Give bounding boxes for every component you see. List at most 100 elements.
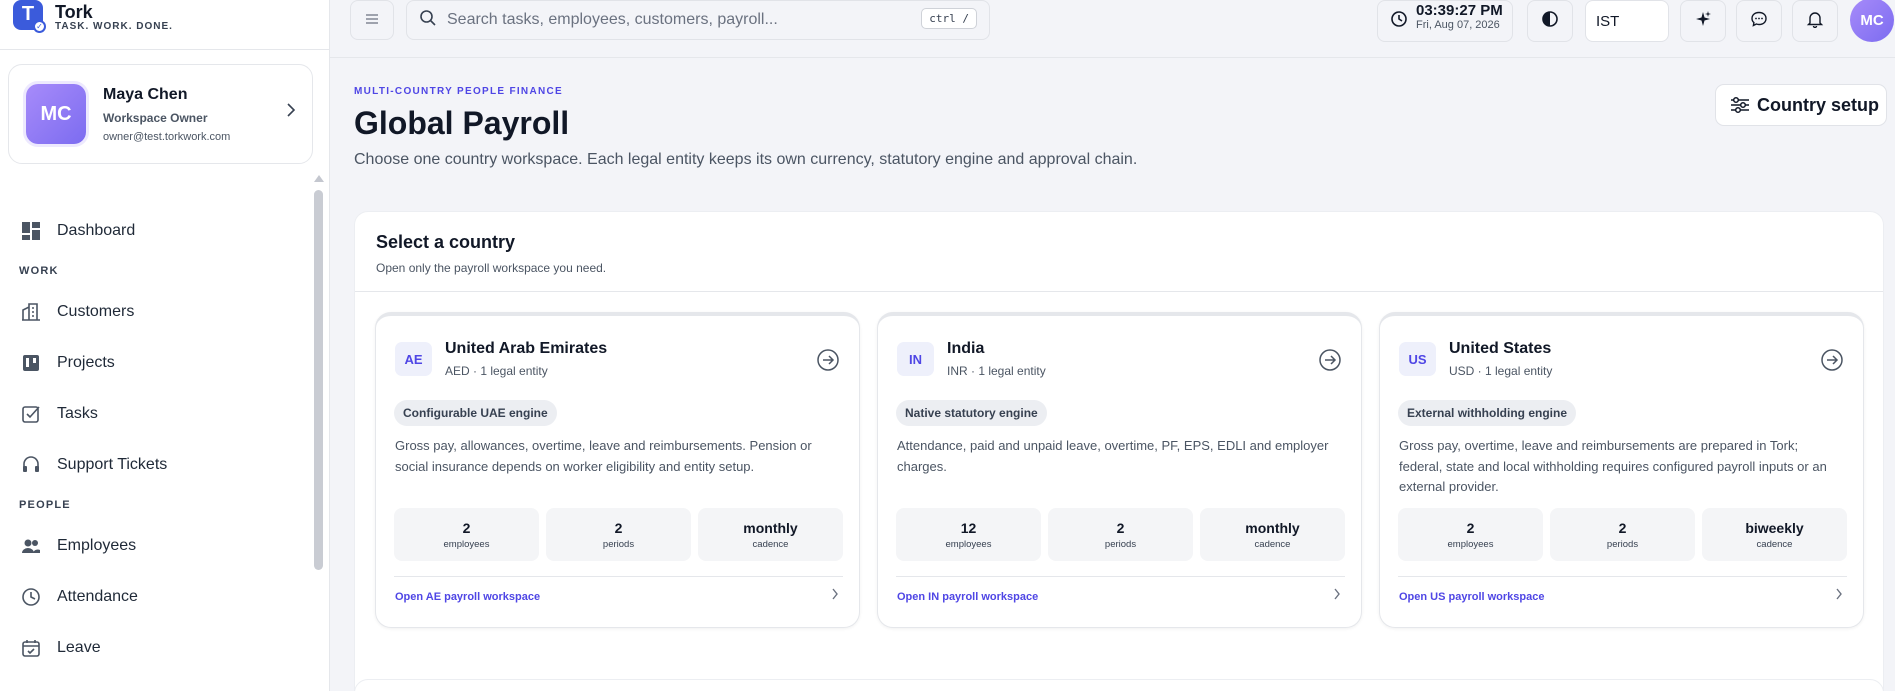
open-workspace-link[interactable]: Open AE payroll workspace — [395, 591, 540, 603]
messages-button[interactable] — [1736, 0, 1782, 42]
stat-value: 2 — [1116, 519, 1125, 536]
stat-periods: 2 periods — [546, 508, 691, 561]
sidebar-item-support-tickets[interactable]: Support Tickets — [0, 439, 320, 490]
hamburger-icon — [366, 11, 378, 29]
sidebar-item-label: Support Tickets — [57, 455, 168, 473]
sidebar-item-employees[interactable]: Employees — [0, 520, 320, 571]
stat-label: employees — [443, 538, 490, 550]
sidebar-nav: Dashboard WORK Customers Projects Tasks — [0, 205, 320, 673]
theme-toggle-button[interactable] — [1527, 0, 1573, 42]
profile-card[interactable]: MC Maya Chen Workspace Owner owner@test.… — [8, 64, 313, 164]
sidebar-item-attendance[interactable]: Attendance — [0, 571, 320, 622]
chevron-right-icon — [831, 588, 839, 603]
brand-tagline: TASK. WORK. DONE. — [55, 21, 173, 32]
stat-value: monthly — [743, 519, 798, 536]
stat-label: cadence — [1756, 538, 1793, 550]
country-code-badge: AE — [395, 342, 432, 376]
brand[interactable]: T ✓ Tork TASK. WORK. DONE. — [0, 0, 329, 50]
menu-toggle-button[interactable] — [350, 0, 394, 40]
open-workspace-link[interactable]: Open IN payroll workspace — [897, 591, 1038, 603]
headset-icon — [20, 454, 42, 476]
search-shortcut: ctrl / — [921, 8, 977, 29]
arrow-circle-right-icon[interactable] — [1318, 348, 1342, 372]
sidebar-item-leave[interactable]: Leave — [0, 622, 320, 673]
stats-row: 12 employees 2 periods monthly cadence — [896, 508, 1345, 561]
sidebar-item-projects[interactable]: Projects — [0, 337, 320, 388]
stat-label: employees — [1447, 538, 1494, 550]
clock-widget[interactable]: 03:39:27 PM Fri, Aug 07, 2026 — [1377, 0, 1513, 42]
country-name: United Arab Emirates — [445, 340, 608, 357]
sidebar-item-label: Attendance — [57, 587, 138, 605]
engine-badge: Configurable UAE engine — [394, 400, 557, 426]
building-icon — [20, 301, 42, 323]
stat-cadence: monthly cadence — [698, 508, 843, 561]
stat-cadence: biweekly cadence — [1702, 508, 1847, 561]
country-setup-label: Country setup — [1757, 94, 1880, 115]
ai-assistant-button[interactable] — [1680, 0, 1726, 42]
nav-section-work: WORK — [19, 265, 59, 277]
divider — [1398, 576, 1847, 577]
search-input[interactable] — [447, 11, 917, 29]
sidebar-item-tasks[interactable]: Tasks — [0, 388, 320, 439]
sparkles-icon — [1694, 10, 1712, 33]
search-bar[interactable]: ctrl / — [406, 0, 990, 40]
page-title: Global Payroll — [354, 105, 570, 141]
dashboard-icon — [20, 220, 42, 242]
country-card-in[interactable]: IN India INR · 1 legal entity Native sta… — [877, 312, 1362, 628]
country-meta: USD · 1 legal entity — [1449, 364, 1553, 378]
page-description: Choose one country workspace. Each legal… — [354, 151, 1138, 168]
clock-time: 03:39:27 PM — [1416, 2, 1503, 19]
page-eyebrow: MULTI-COUNTRY PEOPLE FINANCE — [354, 86, 563, 97]
sliders-icon — [1730, 96, 1750, 114]
country-description: Attendance, paid and unpaid leave, overt… — [897, 438, 1329, 474]
sidebar-item-customers[interactable]: Customers — [0, 286, 320, 337]
country-card-ae[interactable]: AE United Arab Emirates AED · 1 legal en… — [375, 312, 860, 628]
divider — [896, 576, 1345, 577]
chevron-right-icon — [1835, 588, 1843, 603]
profile-email: owner@test.torkwork.com — [103, 130, 231, 143]
stat-label: periods — [1104, 538, 1137, 550]
next-panel — [354, 679, 1884, 691]
country-setup-button[interactable]: Country setup — [1715, 84, 1887, 126]
clock-date: Fri, Aug 07, 2026 — [1416, 19, 1500, 31]
country-selection-panel: Select a country Open only the payroll w… — [354, 211, 1884, 691]
profile-role: Workspace Owner — [103, 110, 208, 125]
country-card-us[interactable]: US United States USD · 1 legal entity Ex… — [1379, 312, 1864, 628]
stat-value: 2 — [1466, 519, 1475, 536]
stat-label: periods — [1606, 538, 1639, 550]
stat-label: periods — [602, 538, 635, 550]
stat-value: monthly — [1245, 519, 1300, 536]
stat-label: cadence — [752, 538, 789, 550]
arrow-circle-right-icon[interactable] — [816, 348, 840, 372]
stats-row: 2 employees 2 periods biweekly cadence — [1398, 508, 1847, 561]
stat-employees: 12 employees — [896, 508, 1041, 561]
contrast-icon — [1541, 10, 1559, 33]
sidebar-item-label: Employees — [57, 536, 137, 554]
sidebar-item-label: Tasks — [57, 404, 98, 422]
country-code-badge: US — [1399, 342, 1436, 376]
profile-name: Maya Chen — [103, 85, 188, 103]
chat-icon — [1750, 10, 1768, 33]
topbar: ctrl / 03:39:27 PM Fri, Aug 07, 2026 IST… — [330, 0, 1895, 58]
sidebar-item-dashboard[interactable]: Dashboard — [0, 205, 320, 256]
scroll-up-arrow[interactable] — [314, 175, 324, 182]
stat-value: 2 — [614, 519, 623, 536]
sidebar-item-label: Projects — [57, 353, 115, 371]
country-code-badge: IN — [897, 342, 934, 376]
country-description: Gross pay, overtime, leave and reimburse… — [1399, 438, 1827, 494]
engine-badge: Native statutory engine — [896, 400, 1047, 426]
engine-badge: External withholding engine — [1398, 400, 1577, 426]
sidebar-scrollbar[interactable] — [314, 190, 323, 570]
stat-value: biweekly — [1745, 519, 1804, 536]
user-avatar-button[interactable]: MC — [1850, 0, 1894, 42]
clock-icon — [1390, 10, 1408, 33]
brand-name: Tork — [55, 2, 93, 22]
open-workspace-link[interactable]: Open US payroll workspace — [1399, 591, 1545, 603]
arrow-circle-right-icon[interactable] — [1820, 348, 1844, 372]
calendar-icon — [20, 637, 42, 659]
timezone-select[interactable]: IST — [1585, 0, 1669, 42]
panel-subtitle: Open only the payroll workspace you need… — [376, 261, 607, 275]
country-description: Gross pay, allowances, overtime, leave a… — [395, 438, 812, 474]
search-icon — [419, 9, 437, 32]
notifications-button[interactable] — [1792, 0, 1838, 42]
